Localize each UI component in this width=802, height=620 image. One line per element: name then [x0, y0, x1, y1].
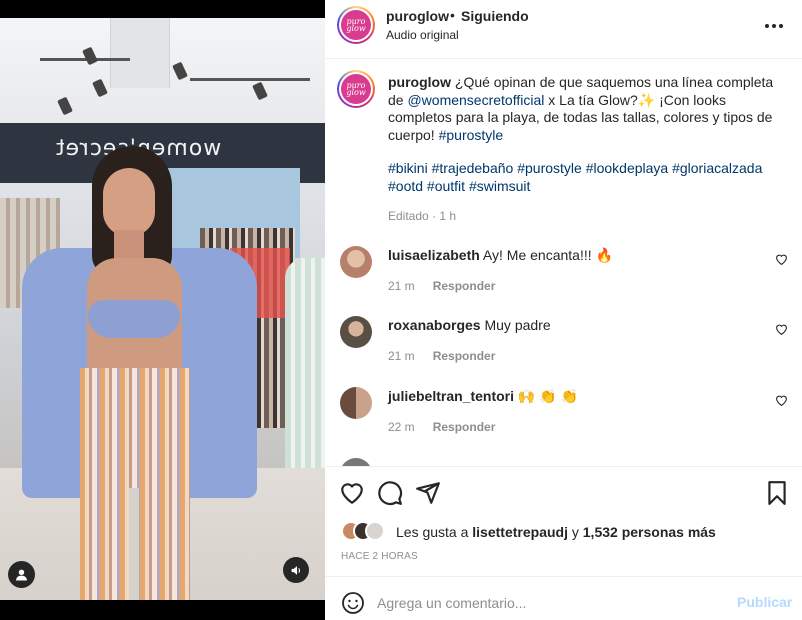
brand-logo: puro glow: [341, 10, 371, 40]
likes-prefix: Les gusta a: [396, 524, 473, 540]
like-comment-heart-icon[interactable]: [775, 394, 788, 407]
comment-body: 🙌 👏 👏: [514, 388, 578, 404]
commenter-avatar[interactable]: [340, 387, 372, 419]
like-comment-heart-icon[interactable]: [775, 323, 788, 336]
comment-meta: 22 m Responder: [388, 420, 513, 434]
avatar-ring: puro glow: [339, 8, 373, 42]
liker-username[interactable]: lisettetrepaudj: [472, 524, 568, 540]
speaker-icon: [291, 565, 300, 575]
comment-username[interactable]: luisaelizabeth: [388, 247, 480, 263]
comment-meta: 21 m Responder: [388, 279, 513, 293]
comment-time: 21 m: [388, 279, 415, 293]
mute-toggle-button[interactable]: [283, 557, 309, 583]
video-frame: women'secret: [0, 18, 325, 600]
publish-button[interactable]: Publicar: [737, 594, 792, 610]
ceiling-duct: [110, 18, 170, 88]
header-username[interactable]: puroglow: [386, 8, 449, 24]
likes-joiner: y: [567, 524, 583, 540]
light-track: [190, 78, 310, 81]
separator-dot: •: [450, 7, 455, 23]
profile-avatar[interactable]: puro glow: [337, 6, 375, 44]
mention-link[interactable]: @womensecretofficial: [407, 92, 544, 108]
comment-username[interactable]: roxanaborges: [388, 317, 481, 333]
logo-text: glow: [346, 24, 366, 33]
comment-time: 21 m: [388, 349, 415, 363]
audio-link[interactable]: Audio original: [386, 28, 459, 42]
comment-icon[interactable]: [377, 480, 403, 506]
commenter-avatar[interactable]: [340, 316, 372, 348]
comment-text: juliebeltran_tentori 🙌 👏 👏: [388, 388, 578, 405]
share-icon[interactable]: [415, 480, 441, 506]
commenter-avatar[interactable]: [340, 246, 372, 278]
likes-summary: Les gusta a lisettetrepaudj y 1,532 pers…: [341, 520, 791, 542]
post-time[interactable]: HACE 2 HORAS: [341, 551, 418, 562]
comment-text: luisaelizabeth Ay! Me encanta!!! 🔥: [388, 247, 613, 264]
comment-item: juliebeltran_tentori 🙌 👏 👏 22 m Responder: [325, 387, 802, 457]
liker-avatar[interactable]: [365, 521, 385, 541]
add-comment-bar: Publicar: [325, 576, 802, 620]
likes-count[interactable]: 1,532 personas más: [583, 524, 716, 540]
comment-text: roxanaborges Muy padre: [388, 317, 551, 333]
caption-avatar[interactable]: puro glow: [337, 70, 375, 108]
pants-gap: [129, 488, 139, 600]
partial-commenter-avatar: [340, 458, 372, 466]
emoji-icon[interactable]: [341, 591, 365, 615]
more-options-icon[interactable]: [765, 18, 785, 34]
comment-time: 22 m: [388, 420, 415, 434]
following-button[interactable]: Siguiendo: [461, 8, 529, 24]
caption: puroglow ¿Qué opinan de que saquemos una…: [388, 74, 788, 144]
bookmark-icon[interactable]: [764, 480, 790, 506]
hashtags[interactable]: #bikini #trajedebaño #purostyle #lookdep…: [388, 160, 788, 195]
hashtag-link[interactable]: #purostyle: [439, 127, 504, 143]
comment-body: Ay! Me encanta!!! 🔥: [479, 247, 613, 263]
comment-username[interactable]: juliebeltran_tentori: [388, 388, 514, 404]
reply-button[interactable]: Responder: [433, 349, 496, 363]
comment-meta: 21 m Responder: [388, 349, 513, 363]
brand-logo: puro glow: [341, 74, 371, 104]
avatar-ring: puro glow: [339, 72, 373, 106]
neck: [114, 230, 144, 260]
heart-icon[interactable]: [339, 480, 365, 506]
logo-text: glow: [346, 88, 366, 97]
likes-text: Les gusta a lisettetrepaudj y 1,532 pers…: [396, 524, 716, 540]
comment-item: roxanaborges Muy padre 21 m Responder: [325, 316, 802, 386]
user-icon: [16, 569, 27, 581]
caption-username[interactable]: puroglow: [388, 74, 451, 90]
like-comment-heart-icon[interactable]: [775, 253, 788, 266]
comment-item: luisaelizabeth Ay! Me encanta!!! 🔥 21 m R…: [325, 246, 802, 316]
post-details-panel: puro glow puroglow • Siguiendo Audio orig…: [325, 0, 802, 620]
edited-label: Editado · 1 h: [388, 209, 457, 223]
comment-input[interactable]: [377, 589, 717, 617]
post-header: puro glow puroglow • Siguiendo Audio orig…: [325, 0, 802, 59]
tagged-user-button[interactable]: [8, 561, 35, 588]
bikini-top: [88, 300, 180, 338]
post-window: women'secret: [0, 0, 802, 620]
post-video[interactable]: women'secret: [0, 0, 325, 620]
reply-button[interactable]: Responder: [433, 420, 496, 434]
action-bar: Les gusta a lisettetrepaudj y 1,532 pers…: [325, 466, 802, 576]
comment-body: Muy padre: [480, 317, 551, 333]
reply-button[interactable]: Responder: [433, 279, 496, 293]
face: [103, 168, 155, 236]
